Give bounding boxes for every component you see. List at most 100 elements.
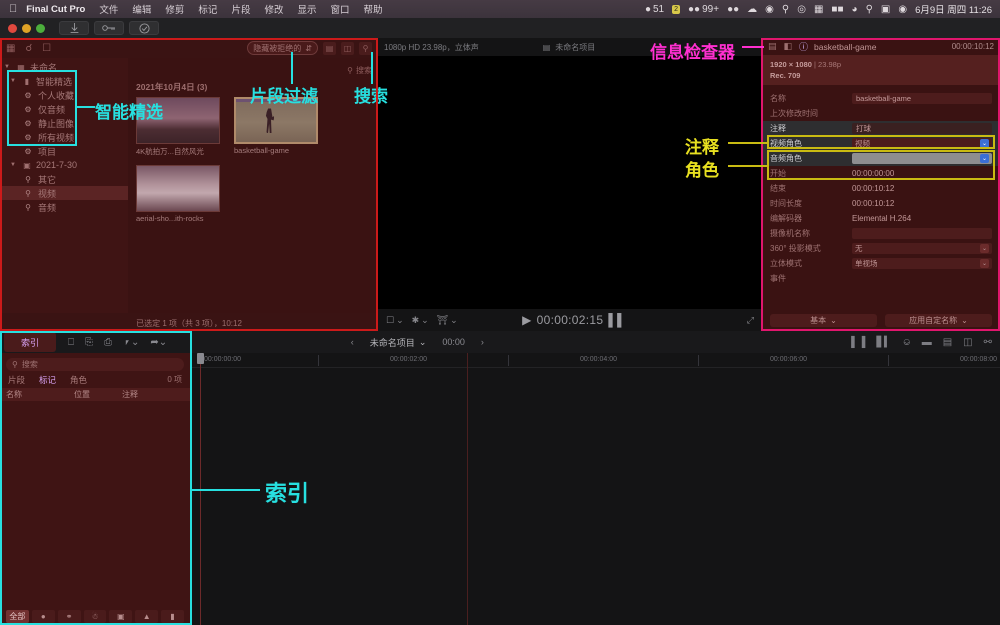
filter-all-button[interactable]: 全部	[6, 610, 29, 623]
clip-filter-popup[interactable]: 隐藏被拒绝的 ⇵	[247, 41, 318, 55]
library-icon[interactable]: ▦	[6, 43, 15, 54]
projection-mode-popup[interactable]: 无 ⌄	[852, 243, 992, 254]
tab-clips[interactable]: 片段	[8, 374, 25, 386]
tab-roles[interactable]: 角色	[70, 374, 87, 386]
control-center-icon[interactable]: ▣	[881, 4, 890, 15]
siri-icon[interactable]: ◉	[898, 4, 907, 15]
select-tool-icon[interactable]: ➦⌄	[150, 337, 167, 348]
list-view-button[interactable]: ▤	[323, 41, 336, 55]
sidebar-item-keyword-other[interactable]: ⚲ 其它	[0, 172, 128, 186]
crop-tool-button[interactable]: ☐ ⌄	[386, 315, 404, 326]
menu-item-modify[interactable]: 修改	[264, 2, 283, 16]
filmstrip-view-button[interactable]: ◫	[341, 41, 354, 55]
sidebar-item-event[interactable]: ▼ ▣ 2021-7-30	[0, 158, 128, 172]
maximize-window-button[interactable]	[36, 23, 45, 33]
previous-project-button[interactable]: ‹	[351, 337, 354, 347]
inspector-tab-video[interactable]: ▤	[768, 41, 777, 52]
filter-analysis-icon[interactable]: ☃	[83, 610, 107, 623]
snapping-icon[interactable]: ▬	[922, 337, 932, 348]
timeline-project-menu[interactable]: 未命名项目 ⌄	[370, 336, 427, 349]
background-tasks-button[interactable]	[129, 21, 159, 35]
sidebar-item-keyword-audio[interactable]: ⚲ 音频	[0, 200, 128, 214]
minimize-window-button[interactable]	[22, 23, 31, 33]
timeline-index-icon[interactable]: ▤	[943, 337, 952, 348]
menu-item-trim[interactable]: 修剪	[165, 2, 184, 16]
camera-name-input[interactable]	[852, 228, 992, 239]
disclosure-triangle-icon[interactable]: ▼	[10, 162, 18, 168]
menu-item-mark[interactable]: 标记	[198, 2, 217, 16]
stereoscopic-mode-popup[interactable]: 单视场 ⌄	[852, 258, 992, 269]
disclosure-triangle-icon[interactable]: ▼	[10, 78, 18, 84]
audio-skimming-icon[interactable]: ▌▐	[851, 337, 865, 348]
filter-incomplete-icon[interactable]: ▮	[161, 610, 185, 623]
inspector-tab-audio[interactable]: ◧	[784, 41, 793, 52]
sidebar-item-projects[interactable]: ⚙ 项目	[0, 144, 128, 158]
chat-icon[interactable]: ●●	[727, 4, 739, 15]
sidebar-item-smart-collections[interactable]: ▼ ▮ 智能精选	[0, 74, 128, 88]
filter-keyword-icon[interactable]: ⚭	[57, 610, 81, 623]
menu-item-edit[interactable]: 编辑	[132, 2, 151, 16]
filter-chapter-icon[interactable]: ▲	[135, 610, 159, 623]
cloud-icon[interactable]: ☁	[747, 4, 757, 15]
playhead[interactable]	[197, 353, 204, 625]
sidebar-item-stills[interactable]: ⚙ 静止图像	[0, 116, 128, 130]
sidebar-item-library[interactable]: ▼ ▦ 未命名	[0, 60, 128, 74]
column-header-notes[interactable]: 注释	[116, 389, 138, 400]
link-icon[interactable]: ☌	[25, 43, 32, 54]
timeline-ruler[interactable]: 00:00:00:00 00:00:02:00 00:00:04:00 00:0…	[190, 353, 1000, 625]
time-machine-icon[interactable]: ◎	[797, 4, 806, 15]
column-header-name[interactable]: 名称	[0, 389, 68, 400]
viewer-canvas[interactable]	[378, 56, 762, 309]
disclosure-triangle-icon[interactable]: ▼	[4, 64, 12, 70]
viewer-timecode[interactable]: 00:00:02:15	[537, 313, 604, 327]
video-roles-popup[interactable]: 视频 ⌄	[852, 138, 992, 149]
notes-input[interactable]: 打球	[852, 123, 992, 134]
timeline-index-search[interactable]: ⚲ 搜索	[6, 358, 184, 371]
close-window-button[interactable]	[8, 23, 17, 33]
clip-thumbnail[interactable]	[234, 97, 318, 144]
clip-appearance-icon[interactable]: ◫	[963, 337, 972, 348]
search-spotlight-icon[interactable]: ⚲	[782, 4, 789, 15]
menu-item-file[interactable]: 文件	[99, 2, 118, 16]
input-source-icon[interactable]: ▦	[814, 4, 823, 15]
color-tool-button[interactable]: ⛩ ⌄	[437, 315, 458, 326]
import-media-button[interactable]	[59, 21, 89, 35]
timeline-panel[interactable]: 00:00:00:00 00:00:02:00 00:00:04:00 00:0…	[190, 353, 1000, 625]
insert-edit-icon[interactable]: ⎘	[85, 337, 93, 348]
sidebar-item-audio-only[interactable]: ⚙ 仅音频	[0, 102, 128, 116]
wifi-icon[interactable]: ◕	[852, 4, 858, 15]
timeline-index-list[interactable]	[0, 401, 190, 608]
droplet-icon[interactable]: ● 51	[645, 4, 664, 15]
connect-edit-icon[interactable]: ⎙	[104, 337, 112, 348]
fullscreen-button[interactable]: ⤢	[747, 315, 754, 326]
menu-item-clip[interactable]: 片段	[231, 2, 250, 16]
clip-item[interactable]: aerial-sho...ith-rocks	[136, 165, 220, 223]
menu-item-help[interactable]: 帮助	[364, 2, 383, 16]
next-project-button[interactable]: ›	[481, 337, 484, 347]
audio-roles-popup[interactable]: ⌄	[852, 153, 992, 164]
apply-custom-name-button[interactable]: 应用自定名称 ⌄	[885, 314, 992, 327]
column-header-position[interactable]: 位置	[68, 389, 116, 400]
clip-item-selected[interactable]: basketball-game	[234, 97, 318, 157]
search-button[interactable]: ⚲	[359, 41, 372, 55]
notification-badge[interactable]: 2	[672, 4, 681, 14]
clip-thumbnail[interactable]	[136, 97, 220, 144]
clip-thumbnail[interactable]	[136, 165, 220, 212]
keyword-editor-button[interactable]	[94, 21, 124, 35]
record-icon[interactable]: ◉	[765, 4, 774, 15]
search-field[interactable]: ⚲ 搜索	[347, 65, 372, 76]
new-folder-icon[interactable]: ☐	[42, 43, 51, 54]
sidebar-item-keyword-video[interactable]: ⚲ 视频	[0, 186, 128, 200]
playhead-knob[interactable]	[197, 353, 204, 364]
append-edit-icon[interactable]: ⎕	[68, 337, 74, 348]
sidebar-item-all-video[interactable]: ⚙ 所有视频	[0, 130, 128, 144]
tab-tags[interactable]: 标记	[39, 374, 56, 386]
name-input[interactable]: basketball-game	[852, 93, 992, 104]
overwrite-edit-icon[interactable]: ⎖⌄	[123, 337, 139, 348]
menu-app-name[interactable]: Final Cut Pro	[26, 4, 85, 15]
apple-logo-icon[interactable]: 	[9, 3, 17, 15]
viewer-project[interactable]: ▤ 未命名项目	[543, 42, 596, 53]
inspector-tab-info[interactable]: ⓘ	[799, 40, 808, 53]
filter-marker-icon[interactable]: ▣	[109, 610, 133, 623]
fullscreen-timeline-icon[interactable]: ⚯	[984, 337, 992, 348]
